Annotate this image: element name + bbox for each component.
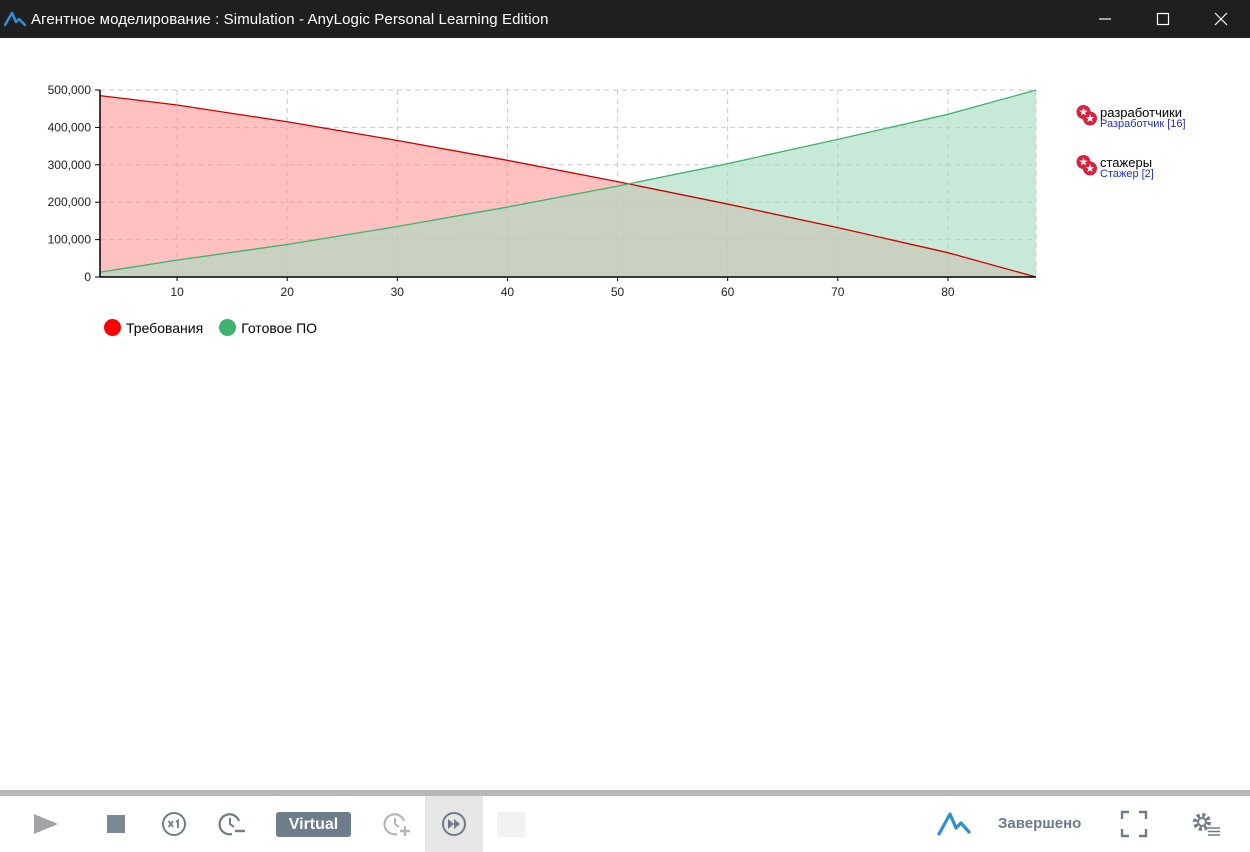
time-plot-chart: 0 100,000 200,000 300,000 400,000 500,000 10 20…	[48, 83, 1037, 299]
legend-item-requirements: Требования	[104, 319, 203, 336]
legend-item-software: Готовое ПО	[219, 319, 317, 336]
x-tick-label: 10	[170, 285, 184, 299]
simulation-toolbar: Virtual Завершено	[0, 796, 1250, 852]
y-tick-label: 500,000	[48, 83, 92, 97]
y-tick-label: 100,000	[48, 233, 92, 247]
anylogic-logo	[934, 796, 974, 852]
speed-up-button[interactable]	[374, 796, 420, 852]
model-canvas: 0 100,000 200,000 300,000 400,000 500,000 10 20…	[0, 38, 1250, 790]
stop-button[interactable]	[94, 796, 138, 852]
agent-population-developers[interactable]: разработчики Разработчик [16]	[1075, 104, 1205, 134]
speed-x1-icon	[162, 812, 186, 836]
fullscreen-icon	[1120, 810, 1148, 838]
close-button[interactable]	[1192, 0, 1250, 38]
close-icon	[1214, 12, 1228, 26]
settings-icon	[1193, 813, 1220, 836]
simulation-status: Завершено	[998, 815, 1082, 832]
fast-forward-icon	[442, 812, 466, 836]
app-window: Агентное моделирование : Simulation - An…	[0, 0, 1250, 852]
run-button[interactable]	[22, 796, 70, 852]
play-icon	[34, 814, 58, 834]
minimize-icon	[1099, 18, 1111, 20]
slow-down-button[interactable]	[210, 796, 254, 852]
x-tick-label: 60	[721, 285, 735, 299]
slow-down-icon	[218, 813, 245, 836]
agent-population-link[interactable]: Стажер [2]	[1100, 168, 1154, 180]
x-tick-label: 40	[501, 285, 515, 299]
maximize-button[interactable]	[1134, 0, 1192, 38]
maximize-icon	[1156, 12, 1170, 26]
agent-population-link[interactable]: Разработчик [16]	[1100, 118, 1186, 130]
agent-population-icon	[1076, 155, 1097, 176]
x-tick-label: 50	[611, 285, 625, 299]
x-tick-label: 70	[831, 285, 845, 299]
y-tick-label: 300,000	[48, 158, 92, 172]
legend-marker-requirements	[104, 319, 121, 336]
legend-label-requirements: Требования	[126, 319, 204, 336]
settings-button[interactable]	[1186, 796, 1226, 852]
anylogic-logo-icon	[937, 812, 971, 836]
fast-forward-button[interactable]	[425, 796, 483, 852]
y-tick-label: 0	[84, 270, 91, 284]
minimize-button[interactable]	[1076, 0, 1134, 38]
x-tick-label: 80	[941, 285, 955, 299]
window-title: Агентное моделирование : Simulation - An…	[31, 10, 549, 28]
anylogic-app-icon	[4, 8, 26, 30]
stop-icon	[107, 815, 125, 833]
agent-population-interns[interactable]: стажеры Стажер [2]	[1075, 154, 1185, 184]
execution-mode-badge[interactable]: Virtual	[276, 812, 351, 837]
chart-legend: Требования Готовое ПО	[104, 319, 333, 336]
agent-population-icon	[1076, 105, 1097, 126]
speed-up-icon	[383, 813, 410, 836]
speed-x1-button[interactable]	[152, 796, 196, 852]
legend-marker-software	[219, 319, 237, 336]
disabled-toolbar-slot	[497, 796, 525, 852]
window-controls	[1076, 0, 1250, 38]
x-tick-label: 20	[281, 285, 295, 299]
y-tick-label: 200,000	[48, 195, 92, 209]
title-bar: Агентное моделирование : Simulation - An…	[0, 0, 1250, 38]
legend-label-software: Готовое ПО	[241, 319, 318, 336]
y-tick-label: 400,000	[48, 120, 92, 134]
x-tick-label: 30	[391, 285, 405, 299]
fullscreen-button[interactable]	[1114, 796, 1154, 852]
